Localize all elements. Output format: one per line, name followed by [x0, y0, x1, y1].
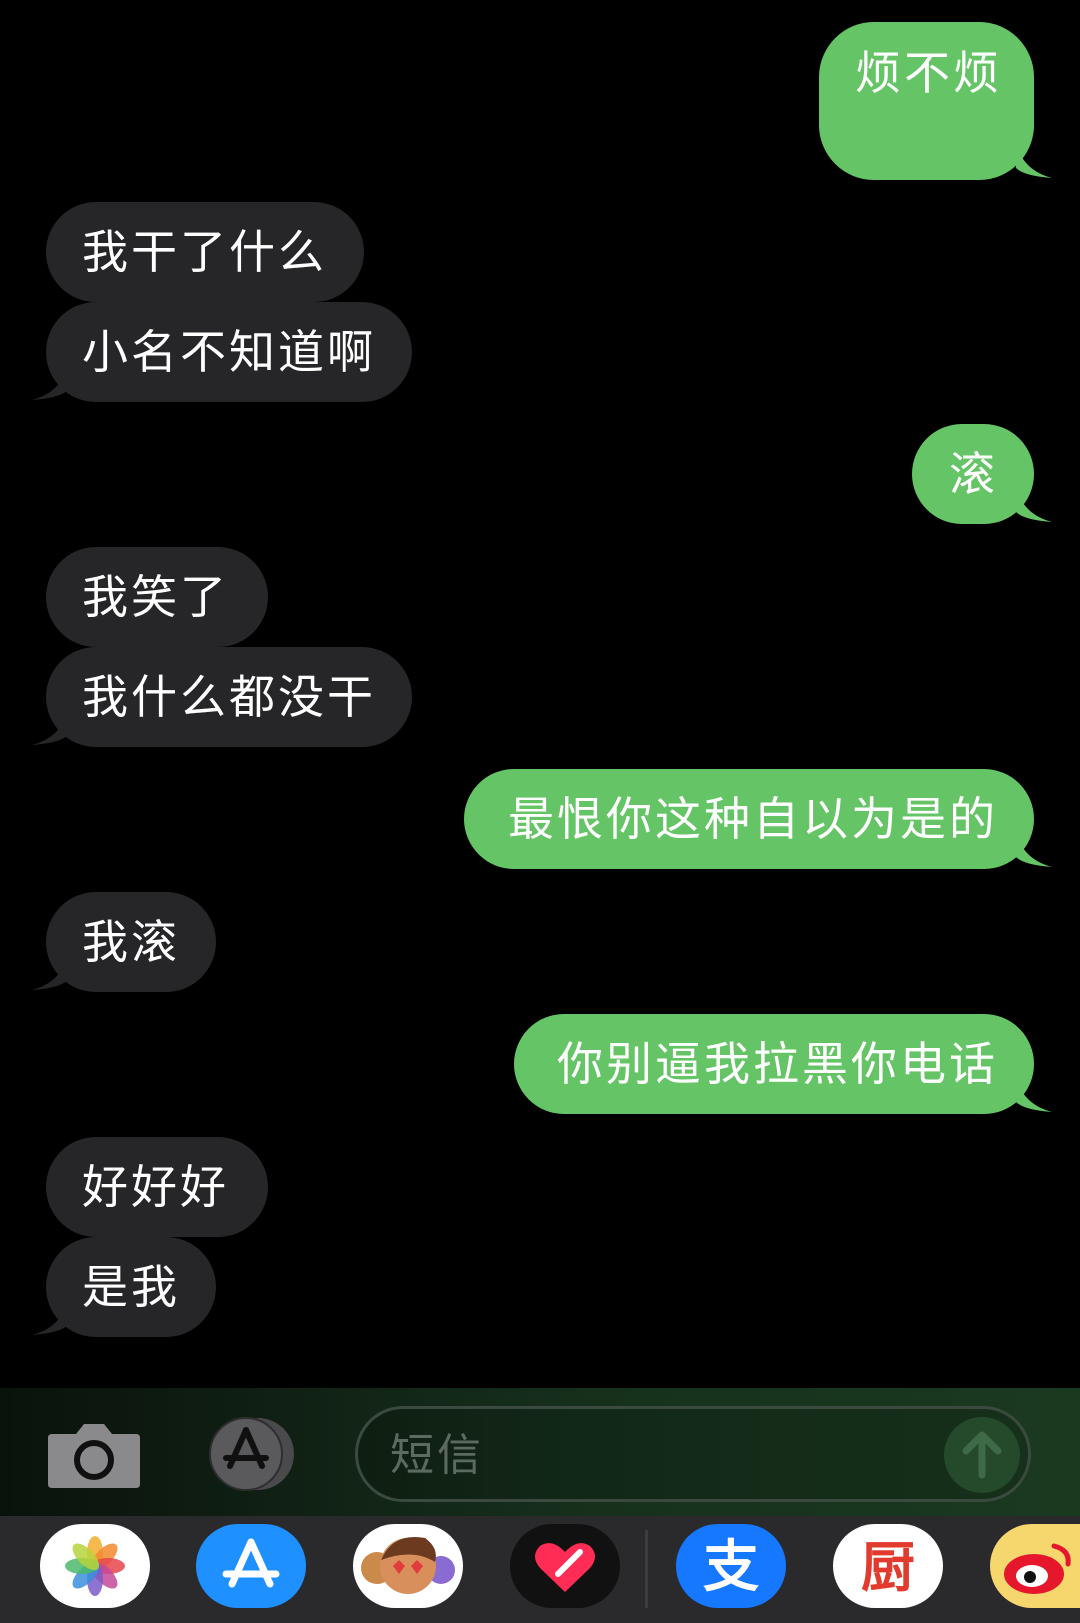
incoming-tail	[32, 1299, 68, 1335]
outgoing-tail	[1016, 1076, 1052, 1112]
app-store-icon[interactable]	[196, 1524, 306, 1608]
outgoing-message[interactable]: 最恨你这种自以为是的	[464, 769, 1034, 869]
incoming-tail	[32, 709, 68, 745]
app-store-apps-icon[interactable]	[200, 1416, 306, 1492]
composer-bar	[0, 1388, 1080, 1516]
alipay-icon[interactable]: 支	[676, 1524, 786, 1608]
xiachufang-icon[interactable]: 厨	[833, 1524, 943, 1608]
message-text: 小名不知道啊	[82, 325, 376, 379]
message-text: 你别逼我拉黑你电话	[557, 1037, 998, 1091]
digital-touch-icon[interactable]	[510, 1524, 620, 1608]
incoming-message[interactable]: 我什么都没干	[46, 647, 412, 747]
weibo-icon[interactable]	[990, 1524, 1080, 1608]
arrow-up-icon	[962, 1431, 1002, 1479]
outgoing-tail	[1016, 831, 1052, 867]
outgoing-message[interactable]: 你别逼我拉黑你电话	[514, 1014, 1034, 1114]
outgoing-message[interactable]: 烦不烦	[819, 22, 1034, 180]
memoji-icon[interactable]	[353, 1524, 463, 1608]
message-text: 我笑了	[82, 570, 229, 624]
message-text: 烦不烦	[855, 46, 1002, 100]
imessage-app-drawer: 支 厨	[0, 1516, 1080, 1623]
camera-icon[interactable]	[48, 1420, 140, 1488]
outgoing-tail	[1016, 142, 1052, 178]
alipay-glyph: 支	[703, 1535, 759, 1600]
incoming-message[interactable]: 我干了什么	[46, 202, 364, 302]
incoming-message[interactable]: 我滚	[46, 892, 216, 992]
photos-icon[interactable]	[40, 1524, 150, 1608]
message-text: 滚	[949, 447, 998, 501]
drawer-divider	[645, 1530, 648, 1608]
message-text: 我干了什么	[82, 225, 327, 279]
incoming-message[interactable]: 好好好	[46, 1137, 268, 1237]
xiachufang-glyph: 厨	[861, 1536, 915, 1599]
incoming-tail	[32, 364, 68, 400]
incoming-tail	[32, 954, 68, 990]
message-text: 是我	[82, 1260, 180, 1314]
incoming-message[interactable]: 小名不知道啊	[46, 302, 412, 402]
incoming-message[interactable]: 是我	[46, 1237, 216, 1337]
outgoing-tail	[1016, 486, 1052, 522]
incoming-message[interactable]: 我笑了	[46, 547, 268, 647]
message-text: 我滚	[82, 915, 180, 969]
message-text: 我什么都没干	[82, 670, 376, 724]
message-text: 最恨你这种自以为是的	[508, 792, 998, 846]
message-input[interactable]	[388, 1423, 912, 1487]
send-button[interactable]	[944, 1417, 1020, 1493]
messages-screen: 烦不烦 我干了什么 小名不知道啊 滚 我笑了 我什么都没干 最恨你这种自以为是的…	[0, 0, 1080, 1623]
message-text: 好好好	[82, 1160, 229, 1214]
message-input-field[interactable]	[355, 1406, 1031, 1502]
